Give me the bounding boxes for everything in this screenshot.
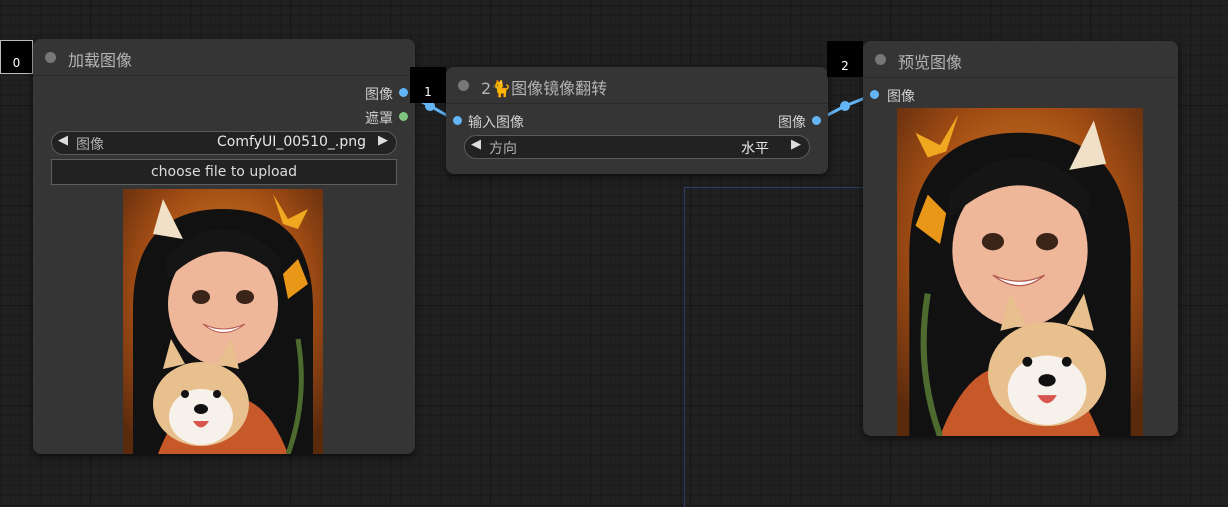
collapse-dot-icon[interactable] <box>875 54 886 65</box>
collapse-dot-icon[interactable] <box>458 80 469 91</box>
input-slot-image[interactable] <box>453 116 462 125</box>
image-select-widget[interactable]: ◀ 图像 ComfyUI_00510_.png ▶ <box>51 131 397 155</box>
input-slot-label: 输入图像 <box>468 115 524 131</box>
preview-image-node[interactable]: 预览图像 图像 <box>863 41 1178 436</box>
prev-arrow-icon[interactable]: ◀ <box>471 137 481 152</box>
image-flip-node-title: 2🐈图像镜像翻转 <box>481 79 608 98</box>
upload-file-button[interactable]: choose file to upload <box>51 159 397 185</box>
preview-image-output <box>897 108 1143 436</box>
prev-arrow-icon[interactable]: ◀ <box>58 133 68 148</box>
next-arrow-icon[interactable]: ▶ <box>378 133 388 148</box>
direction-widget-label: 方向 <box>489 141 517 157</box>
node-graph-canvas[interactable]: 0 加载图像 图像 遮罩 ◀ 图像 ComfyUI_00510_.png ▶ c… <box>0 0 1228 507</box>
image-flip-node-header[interactable]: 2🐈图像镜像翻转 <box>446 67 828 104</box>
preview-image-node-title: 预览图像 <box>898 53 963 72</box>
output-slot-label-image: 图像 <box>778 115 806 131</box>
output-slot-label-mask: 遮罩 <box>365 111 393 127</box>
flipped-portrait-image <box>897 108 1143 436</box>
input-slot-label: 图像 <box>887 89 915 105</box>
node-id-badge-load: 0 <box>0 40 33 74</box>
loaded-image-preview <box>123 189 323 454</box>
direction-widget-value: 水平 <box>741 141 769 157</box>
load-image-node[interactable]: 加载图像 图像 遮罩 ◀ 图像 ComfyUI_00510_.png ▶ cho… <box>33 39 415 454</box>
portrait-image <box>123 189 323 454</box>
preview-image-node-header[interactable]: 预览图像 <box>863 41 1178 78</box>
output-slot-label-image: 图像 <box>365 87 393 103</box>
direction-select-widget[interactable]: ◀ 方向 水平 ▶ <box>464 135 810 159</box>
output-slot-image[interactable] <box>812 116 821 125</box>
output-slot-mask[interactable] <box>399 112 408 121</box>
load-image-node-header[interactable]: 加载图像 <box>33 39 415 76</box>
link-flip-to-preview-midpoint <box>840 101 850 111</box>
collapse-dot-icon[interactable] <box>45 52 56 63</box>
output-slot-image[interactable] <box>399 88 408 97</box>
node-id-badge-flip: 1 <box>410 67 446 103</box>
load-image-node-title: 加载图像 <box>68 51 133 70</box>
next-arrow-icon[interactable]: ▶ <box>791 137 801 152</box>
node-id-badge-preview: 2 <box>827 41 863 77</box>
input-slot-image[interactable] <box>870 90 879 99</box>
image-widget-value: ComfyUI_00510_.png <box>217 134 366 150</box>
image-flip-node[interactable]: 2🐈图像镜像翻转 输入图像 图像 ◀ 方向 水平 ▶ <box>446 67 828 174</box>
image-widget-label: 图像 <box>76 137 104 153</box>
